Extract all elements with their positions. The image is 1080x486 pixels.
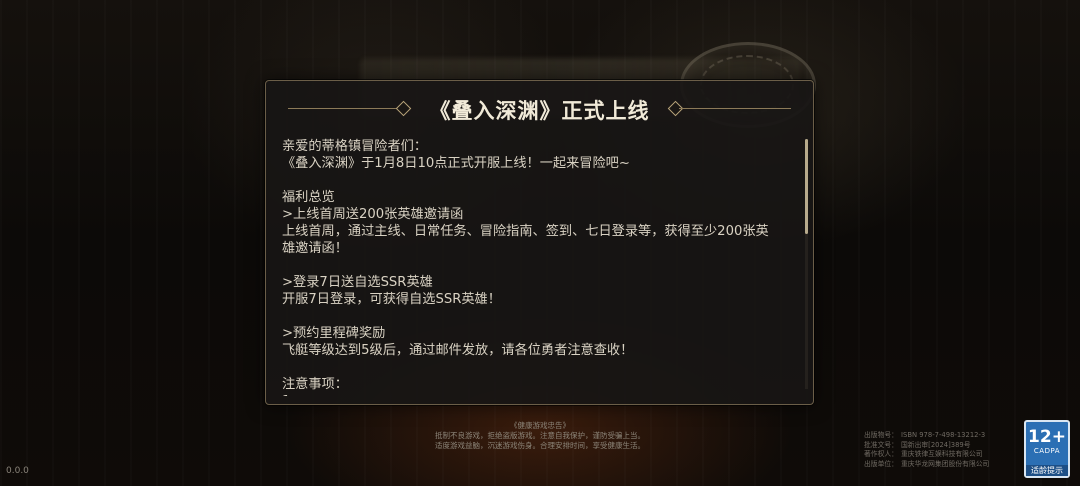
content-line: 上线首周，通过主线、日常任务、冒险指南、签到、七日登录等，获得至少200张英 (282, 224, 769, 239)
content-line: >预约里程碑奖励 (282, 326, 386, 341)
publisher-info-row: 出版单位： 重庆华龙网集团股份有限公司 (864, 459, 990, 468)
age-rating-org: CADPA (1033, 447, 1061, 455)
content-line: >上线首周送200张英雄邀请函 (282, 207, 464, 222)
header-ornament-line-right (679, 108, 791, 109)
health-notice-title: 《健康游戏忠告》 (510, 421, 570, 430)
content-line: >登录7日送自选SSR英雄 (282, 275, 433, 290)
content-line: 亲爱的蒂格镇冒险者们： (282, 139, 428, 154)
content-line (282, 308, 792, 325)
content-heading: 福利总览 (282, 190, 335, 205)
age-rating-badge[interactable]: 12+ CADPA 适龄提示 (1024, 420, 1070, 478)
dialog-header: 《叠入深渊》正式上线 (266, 81, 813, 137)
content-line (282, 359, 792, 376)
content-line (282, 257, 792, 274)
announcement-content[interactable]: 亲爱的蒂格镇冒险者们： 《叠入深渊》于1月8日10点正式开服上线！一起来冒险吧~… (282, 138, 792, 396)
content-line: 1 (282, 393, 792, 396)
publisher-info-row: 出版物号： ISBN 978-7-498-13212-3 (864, 431, 986, 439)
health-notice-line: 适度游戏益脑，沉迷游戏伤身。合理安排时间，享受健康生活。 (435, 441, 645, 450)
content-heading: 注意事项： (282, 377, 348, 392)
publisher-info-row: 著作权人： 重庆铁律互娱科技有限公司 (864, 450, 983, 458)
publisher-info-row: 批准文号： 国新出审[2024]389号 (864, 440, 971, 449)
content-line: 开服7日登录，可获得自选SSR英雄！ (282, 292, 501, 307)
health-notice-line: 抵制不良游戏，拒绝盗版游戏。注意自我保护，谨防受骗上当。 (435, 431, 645, 440)
age-rating-value: 12+ (1028, 427, 1066, 447)
announcement-dialog: 《叠入深渊》正式上线 亲爱的蒂格镇冒险者们： 《叠入深渊》于1月8日10点正式开… (265, 80, 814, 405)
content-line: 雄邀请函！ (282, 241, 348, 256)
version-label: 0.0.0 (6, 466, 29, 476)
publisher-info: 出版物号： ISBN 978-7-498-13212-3 批准文号： 国新出审[20… (864, 431, 1024, 469)
age-rating-label: 适龄提示 (1026, 465, 1068, 476)
scrollbar[interactable] (805, 139, 808, 389)
dialog-title: 《叠入深渊》正式上线 (429, 99, 650, 123)
content-line (282, 172, 792, 189)
content-line: 飞艇等级达到5级后，通过邮件发放，请各位勇者注意查收！ (282, 343, 634, 358)
health-game-notice: 《健康游戏忠告》 抵制不良游戏，拒绝盗版游戏。注意自我保护，谨防受骗上当。 适度… (390, 421, 690, 451)
content-line: 《叠入深渊》于1月8日10点正式开服上线！一起来冒险吧~ (282, 156, 630, 171)
scrollbar-thumb[interactable] (805, 139, 808, 234)
